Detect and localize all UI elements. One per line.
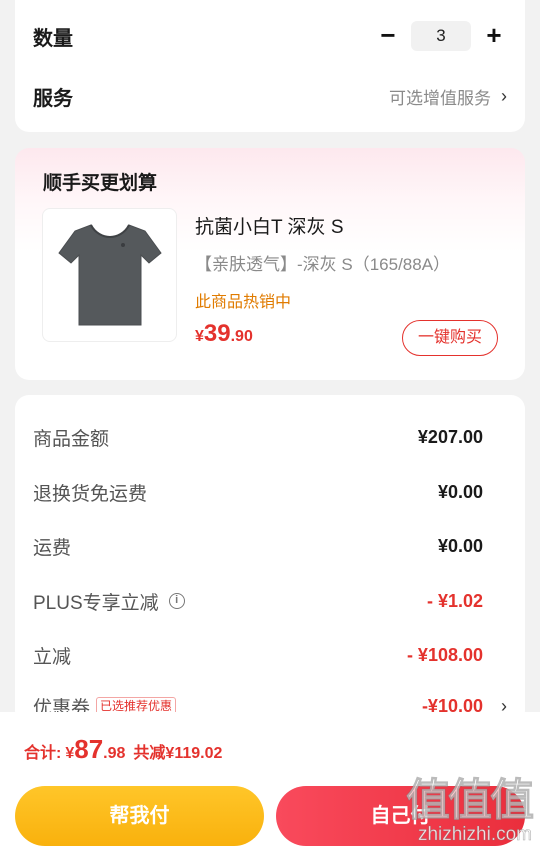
price-summary-card: 商品金额 ¥207.00 退换货免运费 ¥0.00 运费 ¥0.00 PLUS专… — [15, 395, 525, 725]
tshirt-icon — [57, 224, 162, 326]
pay-myself-button[interactable]: 自己付 — [276, 786, 525, 846]
total-label: 合计: — [24, 745, 62, 762]
checkout-bar: 合计: ¥ 87 .98 共减¥119.02 帮我付 自己付 值值值 zhizh… — [0, 712, 540, 852]
product-spec: 【亲肤透气】-深灰 S（165/88A） — [195, 255, 451, 274]
chevron-right-icon: › — [501, 85, 507, 106]
product-image[interactable] — [42, 208, 177, 342]
quantity-input[interactable]: 3 — [411, 21, 471, 51]
summary-row-goods-amount: 商品金额 ¥207.00 — [33, 422, 483, 452]
summary-row-instant-discount: 立减 - ¥108.00 — [33, 640, 483, 670]
summary-value: - ¥1.02 — [426, 590, 483, 611]
quantity-label: 数量 — [33, 27, 73, 50]
service-hint: 可选增值服务 — [389, 88, 491, 108]
product-price: ¥ 39 .90 — [195, 320, 253, 348]
total-saved: 共减¥119.02 — [133, 745, 223, 762]
service-row[interactable]: 服务 可选增值服务 › — [33, 78, 507, 114]
quantity-service-card: 数量 − 3 + 服务 可选增值服务 › — [15, 0, 525, 132]
one-click-buy-button[interactable]: 一键购买 — [402, 320, 498, 356]
price-currency: ¥ — [195, 328, 204, 345]
price-integer: 39 — [203, 320, 231, 347]
price-decimal: .90 — [230, 328, 253, 345]
upsell-title: 顺手买更划算 — [43, 173, 158, 194]
summary-value: ¥0.00 — [437, 481, 483, 502]
quantity-stepper[interactable]: − 3 + — [375, 21, 507, 51]
summary-label: PLUS专享立减 i — [33, 588, 185, 615]
total-integer: 87 — [74, 734, 104, 764]
total-line: 合计: ¥ 87 .98 共减¥119.02 — [24, 734, 222, 765]
summary-value: - ¥108.00 — [406, 644, 483, 665]
summary-label: 运费 — [33, 537, 72, 559]
plus-button[interactable]: + — [481, 21, 507, 51]
summary-row-shipping: 运费 ¥0.00 — [33, 531, 483, 561]
upsell-card: 顺手买更划算 抗菌小白T 深灰 S 【亲肤透气】-深灰 S（165/88A） 此… — [15, 148, 525, 380]
summary-value: ¥0.00 — [437, 535, 483, 556]
quantity-row: 数量 − 3 + — [33, 18, 507, 54]
hot-selling-label: 此商品热销中 — [195, 294, 292, 311]
summary-row-free-return: 退换货免运费 ¥0.00 — [33, 477, 483, 507]
plus-discount-label: PLUS专享立减 — [33, 592, 159, 614]
summary-row-plus-discount: PLUS专享立减 i - ¥1.02 — [33, 586, 483, 616]
summary-label: 商品金额 — [33, 428, 110, 450]
summary-value: ¥207.00 — [417, 426, 483, 447]
info-icon[interactable]: i — [168, 593, 185, 609]
summary-label: 立减 — [33, 646, 72, 668]
minus-button[interactable]: − — [375, 21, 401, 51]
service-selector[interactable]: 可选增值服务 › — [389, 84, 507, 109]
product-name[interactable]: 抗菌小白T 深灰 S — [195, 212, 344, 239]
total-decimal: .98 — [103, 745, 126, 762]
summary-label: 退换货免运费 — [33, 483, 148, 505]
service-label: 服务 — [33, 87, 73, 110]
help-me-pay-button[interactable]: 帮我付 — [15, 786, 264, 846]
total-currency: ¥ — [65, 745, 75, 762]
